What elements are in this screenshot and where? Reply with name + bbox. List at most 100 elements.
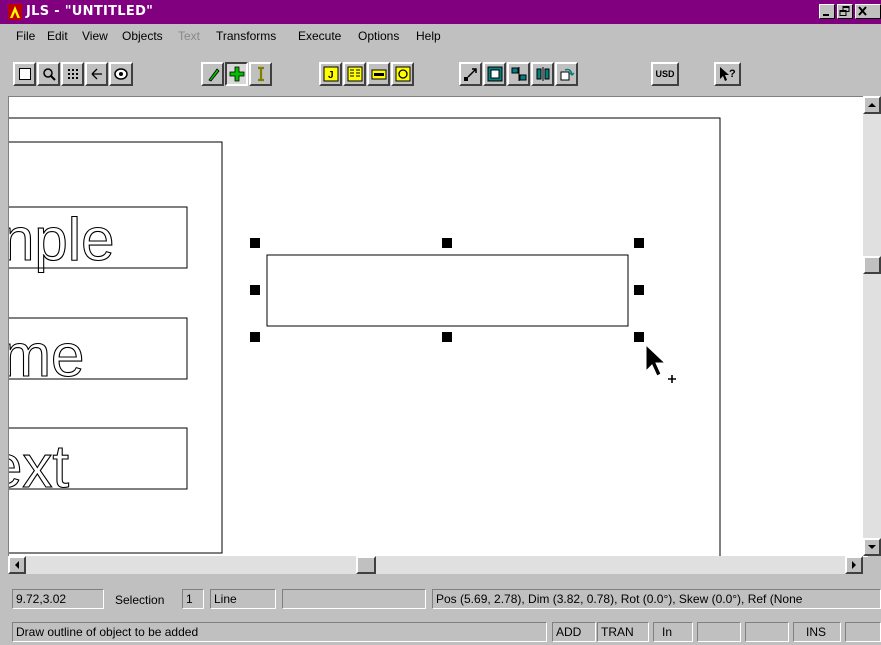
menu-bar: File Edit View Objects Text Transforms E…: [0, 25, 881, 47]
resize-icon: [487, 66, 502, 82]
object-label-tool-button[interactable]: [367, 62, 390, 86]
handle-middle-left: [250, 285, 260, 295]
object-geometry-info: Pos (5.69, 2.78), Dim (3.82, 0.78), Rot …: [432, 589, 881, 609]
rotate-icon: [560, 68, 575, 81]
close-button[interactable]: [855, 4, 881, 19]
insert-mode: INS: [793, 622, 841, 642]
menu-file[interactable]: File: [16, 29, 35, 43]
align-icon: [536, 67, 549, 81]
menu-text[interactable]: Text: [178, 29, 200, 43]
handle-bottom-middle: [442, 332, 452, 342]
scroll-up-button[interactable]: [863, 96, 881, 114]
object-j-tool-button[interactable]: J: [319, 62, 342, 86]
i-beam-icon: [257, 66, 264, 82]
label-icon: [371, 69, 386, 80]
menu-objects[interactable]: Objects: [122, 29, 163, 43]
menu-edit[interactable]: Edit: [47, 29, 68, 43]
magnifier-icon: [42, 68, 56, 81]
drawing-svg: nple me ext: [9, 117, 721, 557]
menu-view[interactable]: View: [82, 29, 108, 43]
text-cursor-tool-button[interactable]: [249, 62, 272, 86]
app-logo-icon: [8, 4, 22, 20]
canvas-text-2: me: [9, 322, 84, 389]
arrow-left-small-icon: [15, 561, 19, 569]
rectangle-select-icon: [18, 68, 31, 80]
edit-node-tool-button[interactable]: [201, 62, 224, 86]
selected-object: [266, 254, 629, 327]
handle-bottom-right: [634, 332, 644, 342]
svg-text:J: J: [328, 70, 334, 81]
usd-tool-button[interactable]: USD: [651, 62, 679, 86]
select-tool-button[interactable]: [13, 62, 36, 86]
mode-add: ADD: [552, 622, 596, 642]
help-pointer-icon: ?: [719, 67, 736, 81]
handle-bottom-left: [250, 332, 260, 342]
menu-execute[interactable]: Execute: [298, 29, 341, 43]
menu-options[interactable]: Options: [358, 29, 399, 43]
arrow-down-icon: [868, 545, 876, 549]
title-bar: JLS - "UNTITLED": [0, 0, 881, 24]
vertical-scroll-thumb[interactable]: [863, 256, 881, 274]
vertical-scrollbar[interactable]: [863, 96, 881, 556]
object-type: Line: [210, 589, 276, 609]
status-empty-2: [697, 622, 741, 642]
toolbar: J USD ?: [0, 60, 881, 90]
cursor-coords: 9.72,3.02: [12, 589, 104, 609]
scroll-down-button[interactable]: [863, 538, 881, 556]
close-icon: [858, 6, 867, 16]
horizontal-scroll-thumb[interactable]: [356, 556, 376, 574]
status-empty-3: [745, 622, 789, 642]
status-empty-4: [845, 622, 881, 642]
add-tool-button[interactable]: [225, 62, 248, 86]
status-empty-field: [282, 589, 426, 609]
status-bar-message: Draw outline of object to be added ADD T…: [0, 620, 881, 644]
handle-top-right: [634, 238, 644, 248]
minimize-icon: [823, 14, 829, 16]
units-field: In: [653, 622, 693, 642]
menu-help[interactable]: Help: [416, 29, 441, 43]
handle-top-left: [250, 238, 260, 248]
status-message: Draw outline of object to be added: [12, 622, 547, 642]
mode-tran: TRAN: [597, 622, 649, 642]
list-icon: [347, 66, 362, 82]
canvas-text-1: nple: [9, 206, 114, 273]
j-box-icon: J: [323, 66, 338, 82]
selection-count: 1: [182, 589, 204, 609]
move-tool-button[interactable]: [459, 62, 482, 86]
grid-tool-button[interactable]: [61, 62, 84, 86]
horizontal-scrollbar[interactable]: [8, 556, 863, 574]
object-circle-tool-button[interactable]: [391, 62, 414, 86]
back-tool-button[interactable]: [85, 62, 108, 86]
mirror-tool-button[interactable]: [507, 62, 530, 86]
menu-transforms[interactable]: Transforms: [216, 29, 276, 43]
align-tool-button[interactable]: [531, 62, 554, 86]
pencil-green-icon: [207, 68, 220, 82]
circle-box-icon: [395, 66, 410, 82]
arrow-right-small-icon: [852, 561, 856, 569]
window-title: JLS - "UNTITLED": [26, 4, 154, 19]
eye-icon: [114, 68, 128, 80]
scroll-left-button[interactable]: [8, 556, 26, 574]
selection-label: Selection: [115, 593, 165, 607]
resize-tool-button[interactable]: [483, 62, 506, 86]
minimize-button[interactable]: [819, 4, 835, 19]
drawing-canvas[interactable]: nple me ext: [8, 96, 868, 557]
handle-top-middle: [442, 238, 452, 248]
mirror-icon: [511, 67, 526, 81]
rotate-tool-button[interactable]: [555, 62, 578, 86]
plus-icon: [229, 66, 244, 82]
help-tool-button[interactable]: ?: [714, 62, 741, 86]
zoom-tool-button[interactable]: [37, 62, 60, 86]
scroll-right-button[interactable]: [845, 556, 863, 574]
grid-dots-icon: [67, 69, 78, 79]
diagonal-arrow-icon: [463, 68, 477, 81]
usd-label: USD: [655, 69, 675, 79]
restore-button[interactable]: [837, 4, 853, 19]
handle-middle-right: [634, 285, 644, 295]
object-list-tool-button[interactable]: [343, 62, 366, 86]
svg-text:?: ?: [729, 68, 736, 80]
status-bar-info: 9.72,3.02 Selection 1 Line Pos (5.69, 2.…: [0, 587, 881, 611]
restore-icon: [839, 6, 850, 16]
view-tool-button[interactable]: [109, 62, 133, 86]
page-outline: [9, 117, 721, 557]
